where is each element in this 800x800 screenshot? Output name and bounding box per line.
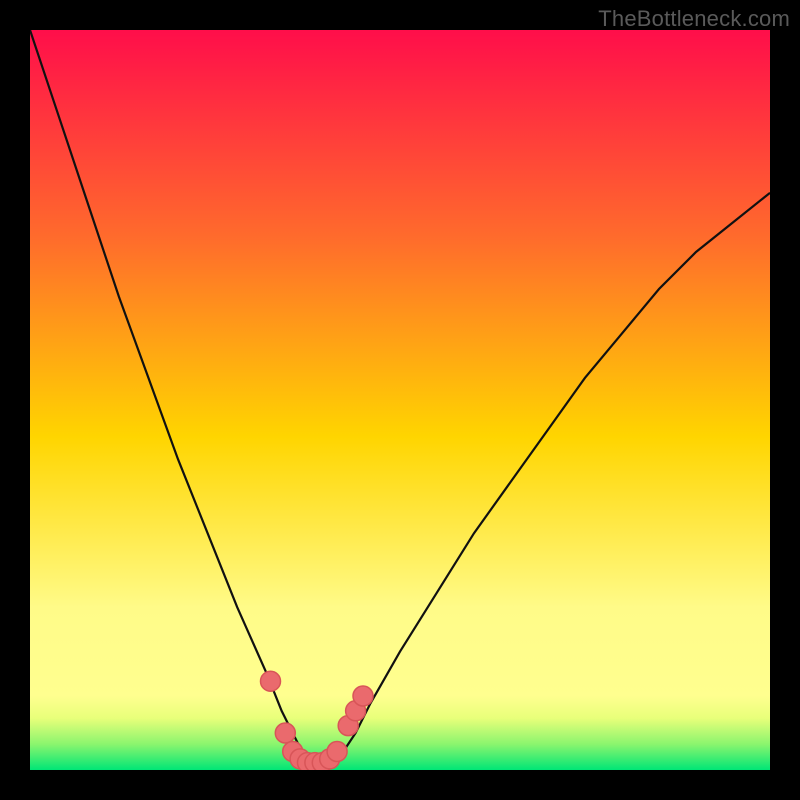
chart-frame bbox=[30, 30, 770, 770]
data-marker bbox=[353, 686, 373, 706]
watermark-text: TheBottleneck.com bbox=[598, 6, 790, 32]
gradient-background bbox=[30, 30, 770, 770]
bottleneck-chart bbox=[30, 30, 770, 770]
data-marker bbox=[261, 671, 281, 691]
data-marker bbox=[275, 723, 295, 743]
data-marker bbox=[327, 742, 347, 762]
